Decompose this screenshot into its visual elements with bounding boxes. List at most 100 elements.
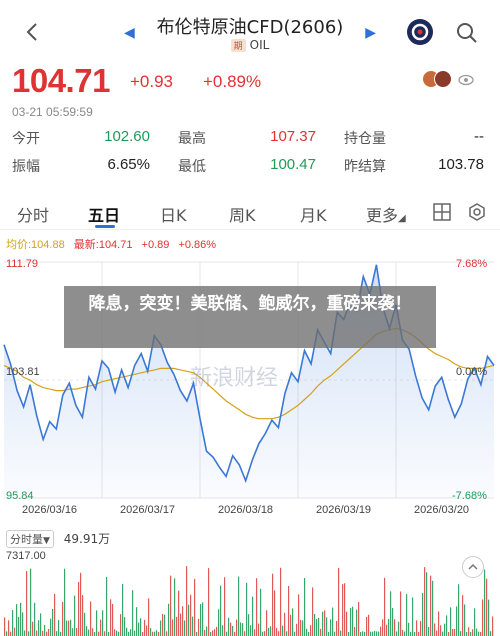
volume-bar	[28, 631, 30, 636]
low-label: 最低	[178, 159, 206, 175]
volume-bar	[394, 619, 396, 636]
volume-bar	[276, 627, 278, 636]
volume-bar	[306, 628, 308, 636]
x-tick-label: 2026/03/18	[218, 504, 274, 516]
volume-bar	[26, 571, 28, 636]
volume-bar	[458, 584, 460, 636]
volume-bar	[488, 599, 490, 636]
tab-five-day[interactable]: 五日	[88, 202, 120, 226]
x-tick-label: 2026/03/19	[316, 504, 372, 516]
tab-weekly-k[interactable]: 周K	[229, 202, 256, 226]
watermark-text: 新浪财经	[190, 366, 279, 391]
period-tabs: 分时 五日 日K 周K 月K 更多◢	[0, 194, 500, 230]
volume-bar	[190, 594, 192, 636]
volume-bar	[106, 576, 108, 636]
volume-bar	[108, 631, 110, 636]
stats-row: 今开 102.60 最高 107.37 持仓量 --	[12, 128, 488, 156]
volume-bar	[286, 631, 288, 636]
volume-bar	[280, 567, 282, 636]
back-arrow-icon[interactable]	[22, 20, 44, 44]
volume-bar	[462, 595, 464, 636]
volume-bar	[34, 602, 36, 636]
volume-bar	[368, 614, 370, 636]
volume-bar	[196, 631, 198, 636]
volume-bar	[96, 610, 98, 636]
volume-bar	[148, 598, 150, 636]
volume-bar	[290, 614, 292, 636]
settings-hex-icon[interactable]	[468, 203, 486, 221]
x-tick-label: 2026/03/17	[120, 504, 176, 516]
volume-bar	[180, 613, 182, 636]
volume-bar	[416, 620, 418, 636]
volume-bar	[380, 626, 382, 636]
volume-bar	[434, 623, 436, 636]
volume-bar	[216, 626, 218, 636]
volume-bar	[334, 631, 336, 636]
volume-bar	[74, 595, 76, 636]
app-logo-icon[interactable]	[407, 19, 433, 45]
volume-bar	[36, 630, 38, 636]
volume-bar	[48, 629, 50, 636]
volume-bar	[300, 619, 302, 636]
volume-bar	[422, 593, 424, 636]
volume-bar	[202, 602, 204, 636]
volume-bar	[104, 631, 106, 636]
volume-bar	[126, 627, 128, 636]
last-price: 104.71	[12, 62, 110, 99]
volume-total: 49.91万	[63, 532, 111, 546]
latest-change-legend: +0.89	[141, 239, 170, 251]
volume-bar	[78, 581, 80, 636]
volume-bar	[282, 625, 284, 636]
volume-bar	[260, 588, 262, 636]
volume-bar	[212, 630, 214, 636]
search-icon[interactable]	[456, 22, 478, 44]
volume-bar	[436, 630, 438, 636]
volume-bar	[472, 629, 474, 636]
pct-mid-label: 0.00%	[456, 366, 488, 378]
volume-bar	[256, 578, 258, 636]
volume-bar	[460, 631, 462, 636]
tab-more-icon: ◢	[398, 213, 406, 224]
volume-bar	[292, 608, 294, 636]
volume-bar	[386, 624, 388, 636]
volume-bar	[254, 629, 256, 636]
next-instrument-icon[interactable]: ▶	[365, 25, 376, 41]
tab-daily-k[interactable]: 日K	[160, 202, 187, 226]
tab-monthly-k[interactable]: 月K	[300, 202, 327, 226]
chart-legend: 均价:104.88 最新:104.71 +0.89 +0.86%	[6, 236, 222, 252]
tab-more[interactable]: 更多◢	[366, 202, 406, 226]
volume-bar	[192, 616, 194, 636]
tab-intraday[interactable]: 分时	[17, 202, 49, 226]
volume-bar	[304, 578, 306, 636]
volume-bar	[42, 630, 44, 636]
volume-bar	[356, 609, 358, 636]
volume-bar	[66, 620, 68, 636]
viewer-avatars[interactable]	[418, 70, 482, 90]
volume-tag-icon: ▼	[43, 536, 50, 546]
volume-bar	[240, 622, 242, 636]
collapse-volume-button[interactable]	[462, 556, 484, 578]
volume-bar	[270, 626, 272, 636]
volume-bar	[144, 619, 146, 636]
volume-bar	[294, 631, 296, 636]
volume-bar	[316, 619, 318, 636]
volume-bar	[92, 628, 94, 636]
volume-bar	[248, 614, 250, 636]
volume-bar	[490, 631, 492, 636]
volume-bar	[128, 631, 130, 636]
volume-bar	[242, 623, 244, 636]
volume-bar	[450, 607, 452, 636]
volume-bar	[38, 620, 40, 636]
volume-bar	[152, 631, 154, 636]
volume-bar	[358, 601, 360, 636]
volume-bar	[230, 622, 232, 636]
volume-bar	[482, 599, 484, 636]
grid-layout-icon[interactable]	[433, 203, 451, 221]
volume-tag[interactable]: 分时量▼	[6, 530, 54, 548]
volume-bar	[118, 631, 120, 636]
volume-bar	[50, 618, 52, 636]
volume-bar	[420, 621, 422, 636]
volume-bar	[438, 611, 440, 636]
news-headline-banner[interactable]: 降息，突变！美联储、鲍威尔，重磅来袭！	[64, 286, 436, 348]
volume-bar	[384, 577, 386, 636]
